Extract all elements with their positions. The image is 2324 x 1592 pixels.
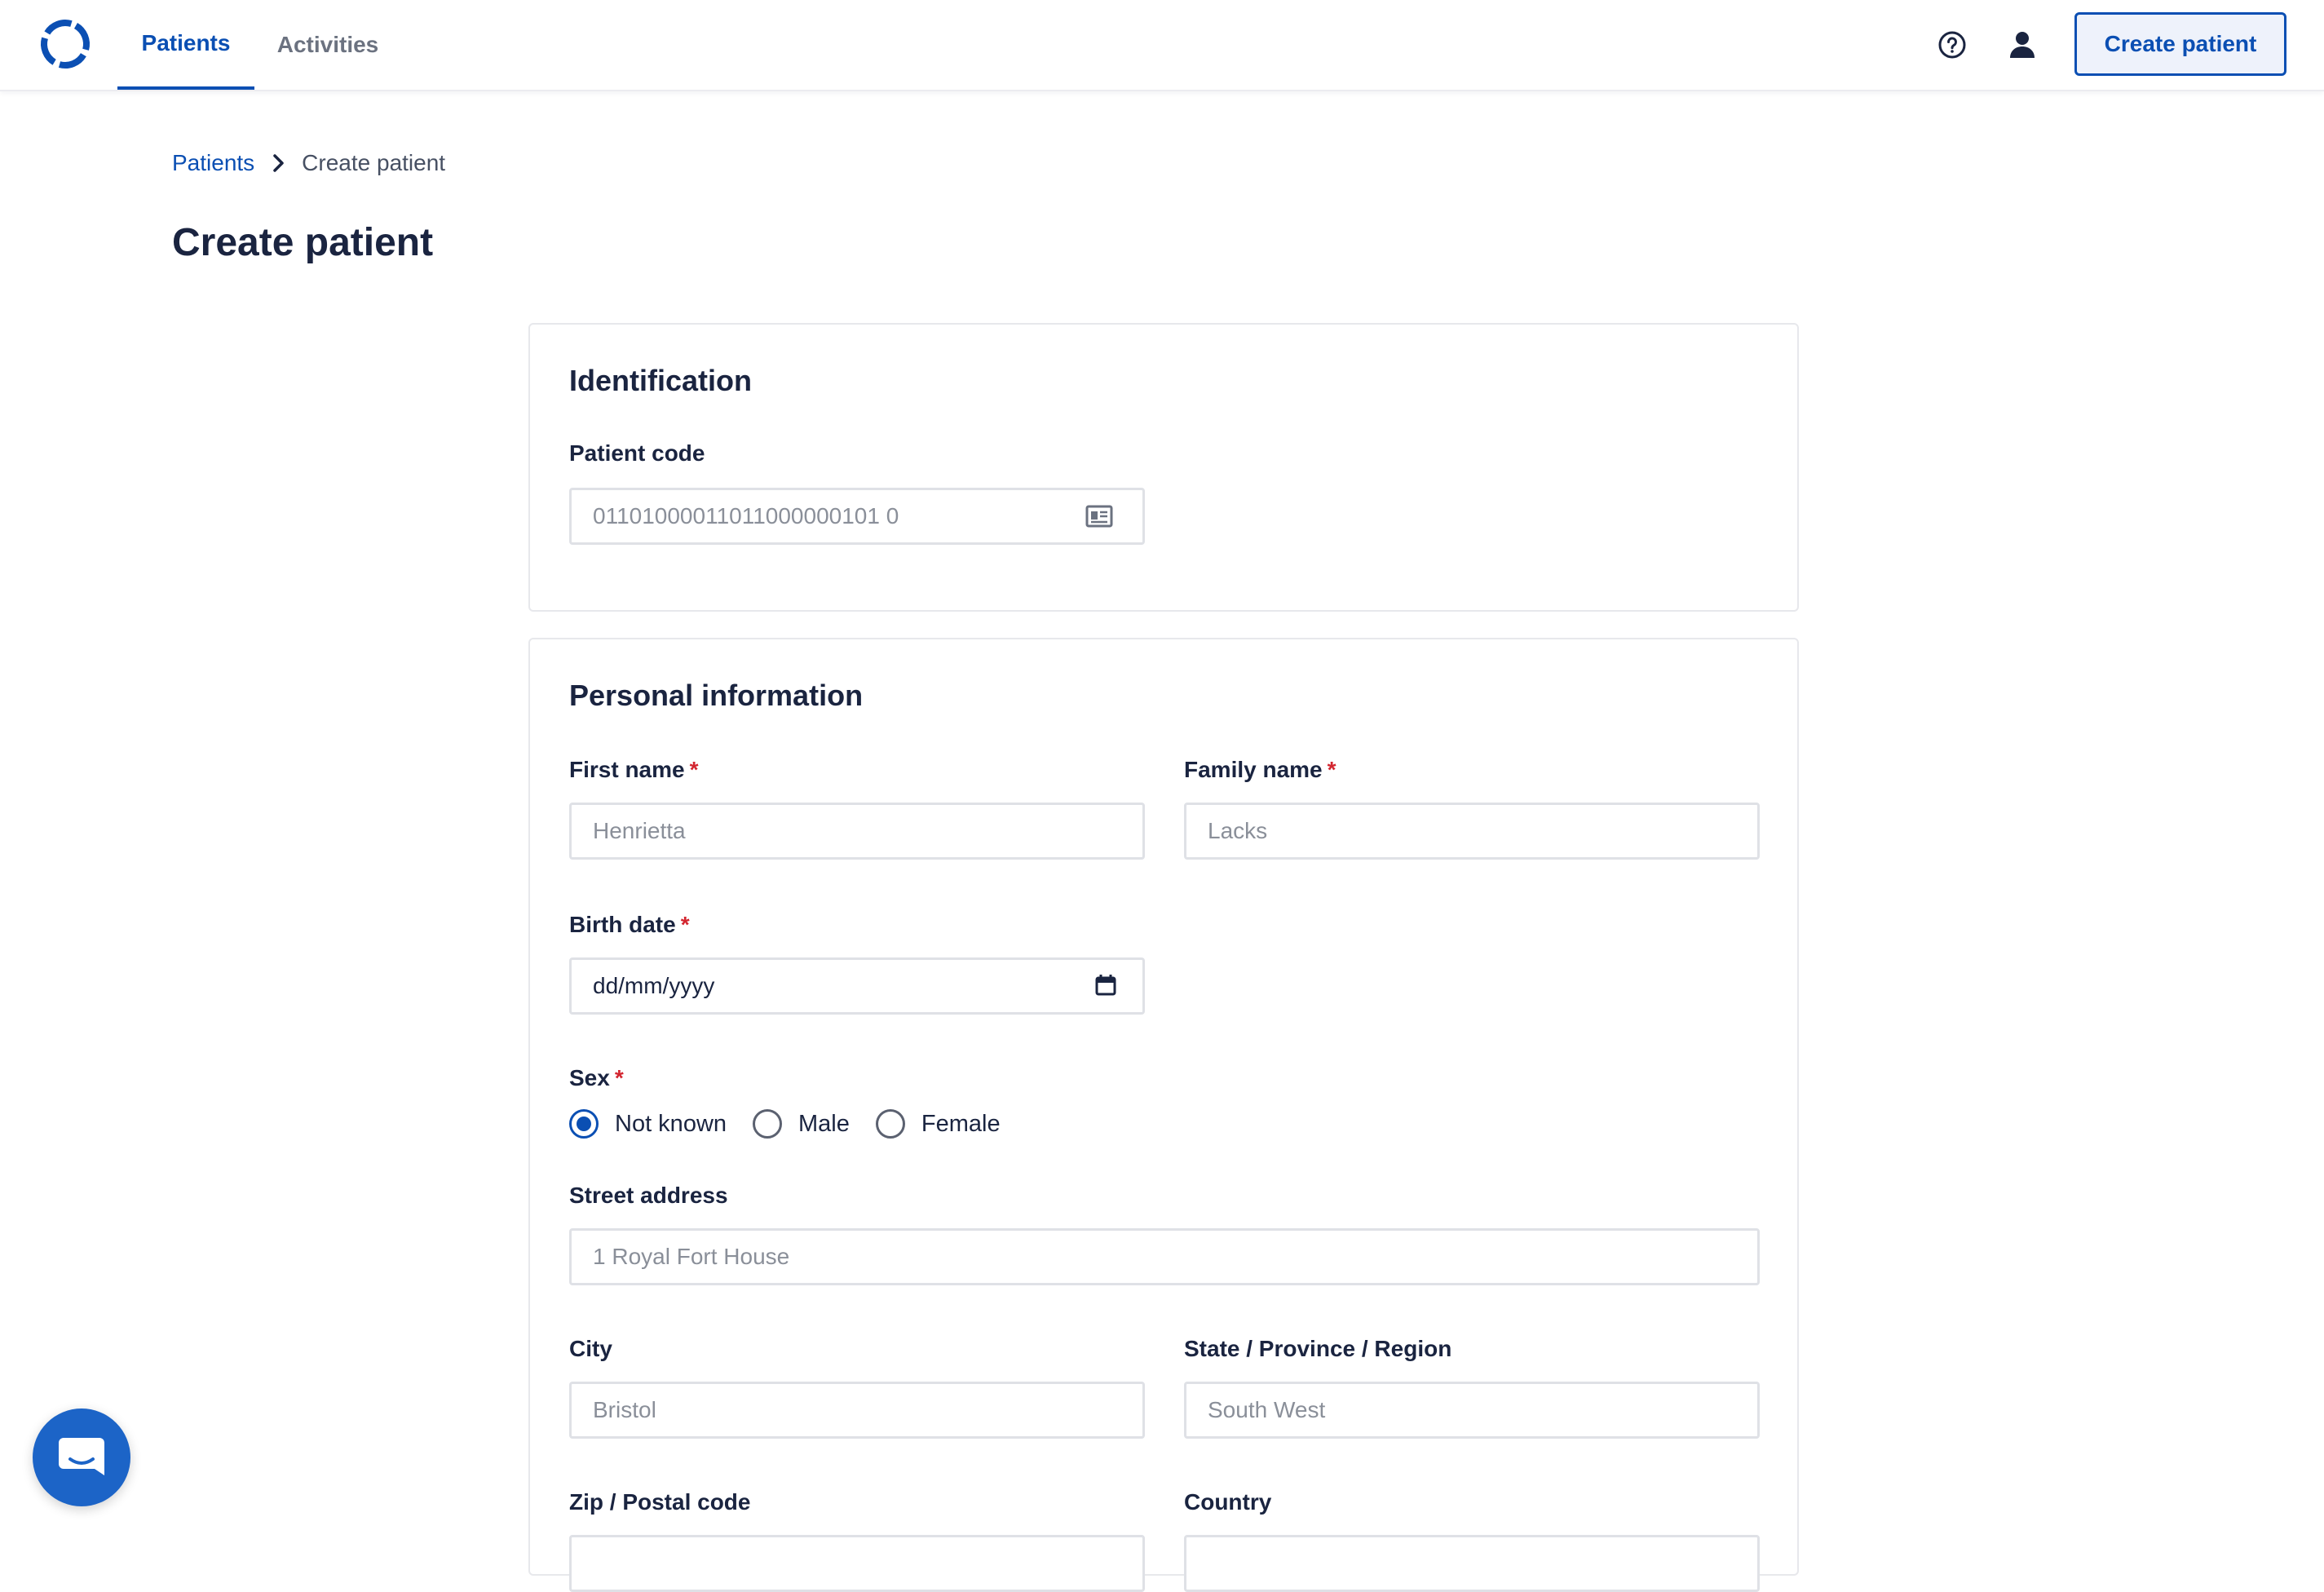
sex-option-male[interactable]: Male [753, 1109, 850, 1139]
identification-title: Identification [569, 364, 752, 397]
birth-date-value: dd/mm/yyyy [593, 973, 715, 998]
state-label-text: State / Province / Region [1184, 1336, 1452, 1361]
first-name-label-text: First name [569, 757, 685, 782]
city-label-text: City [569, 1336, 612, 1361]
first-name-label: First name * [569, 757, 699, 783]
app-logo[interactable] [38, 16, 93, 72]
radio-unselected-icon[interactable] [753, 1109, 783, 1139]
country-label-text: Country [1184, 1489, 1272, 1515]
required-marker: * [689, 757, 699, 782]
family-name-label: Family name * [1184, 757, 1337, 783]
street-address-input[interactable] [569, 1228, 1760, 1285]
sex-label-text: Sex [569, 1065, 610, 1090]
user-icon[interactable] [2004, 27, 2040, 63]
country-input[interactable] [1184, 1535, 1760, 1592]
sex-option-label: Female [921, 1110, 1001, 1137]
sex-option-female[interactable]: Female [875, 1109, 1001, 1139]
radio-selected-icon[interactable] [569, 1109, 599, 1139]
birth-date-label: Birth date * [569, 912, 690, 938]
sex-label: Sex * [569, 1065, 624, 1091]
zip-label: Zip / Postal code [569, 1489, 750, 1515]
required-marker: * [680, 912, 690, 937]
chat-launcher-button[interactable] [33, 1408, 130, 1506]
help-circle-icon[interactable] [1934, 27, 1970, 63]
patient-code-label: Patient code [569, 440, 705, 467]
state-label: State / Province / Region [1184, 1336, 1451, 1362]
sex-option-label: Not known [615, 1110, 727, 1137]
family-name-label-text: Family name [1184, 757, 1323, 782]
breadcrumb-current: Create patient [302, 150, 446, 175]
identification-card: Identification Patient code [528, 323, 1799, 612]
personal-information-card: Personal information First name * Family… [528, 638, 1799, 1592]
required-marker: * [614, 1065, 624, 1090]
zip-label-text: Zip / Postal code [569, 1489, 751, 1515]
patient-code-label-text: Patient code [569, 440, 705, 466]
city-label: City [569, 1336, 612, 1362]
patient-code-input[interactable] [569, 488, 1145, 545]
create-patient-button[interactable]: Create patient [2074, 12, 2286, 76]
required-marker: * [1327, 757, 1337, 782]
zip-input[interactable] [569, 1535, 1145, 1592]
page-title: Create patient [172, 221, 434, 264]
family-name-input[interactable] [1184, 803, 1760, 860]
sex-option-not-known[interactable]: Not known [569, 1109, 727, 1139]
breadcrumb-link-patients[interactable]: Patients [172, 150, 254, 176]
calendar-icon[interactable] [1093, 972, 1119, 998]
top-navigation: Patients Activities Create patient [0, 0, 2324, 91]
id-card-icon[interactable] [1085, 502, 1114, 531]
breadcrumb: Patients Create patient [172, 147, 445, 179]
first-name-input[interactable] [569, 803, 1145, 860]
state-input[interactable] [1184, 1382, 1760, 1439]
street-address-label: Street address [569, 1183, 728, 1209]
chevron-right-icon [273, 154, 284, 172]
sex-radio-group: Not known Male Female [569, 1108, 1027, 1140]
birth-date-input[interactable]: dd/mm/yyyy [569, 957, 1145, 1015]
sex-option-label: Male [798, 1110, 850, 1137]
chat-icon [59, 1438, 104, 1475]
tab-patients[interactable]: Patients [117, 0, 254, 90]
birth-date-label-text: Birth date [569, 912, 676, 937]
tab-activities[interactable]: Activities [269, 0, 387, 90]
country-label: Country [1184, 1489, 1271, 1515]
city-input[interactable] [569, 1382, 1145, 1439]
street-address-label-text: Street address [569, 1183, 728, 1208]
radio-unselected-icon[interactable] [875, 1109, 905, 1139]
personal-information-title: Personal information [569, 679, 864, 712]
